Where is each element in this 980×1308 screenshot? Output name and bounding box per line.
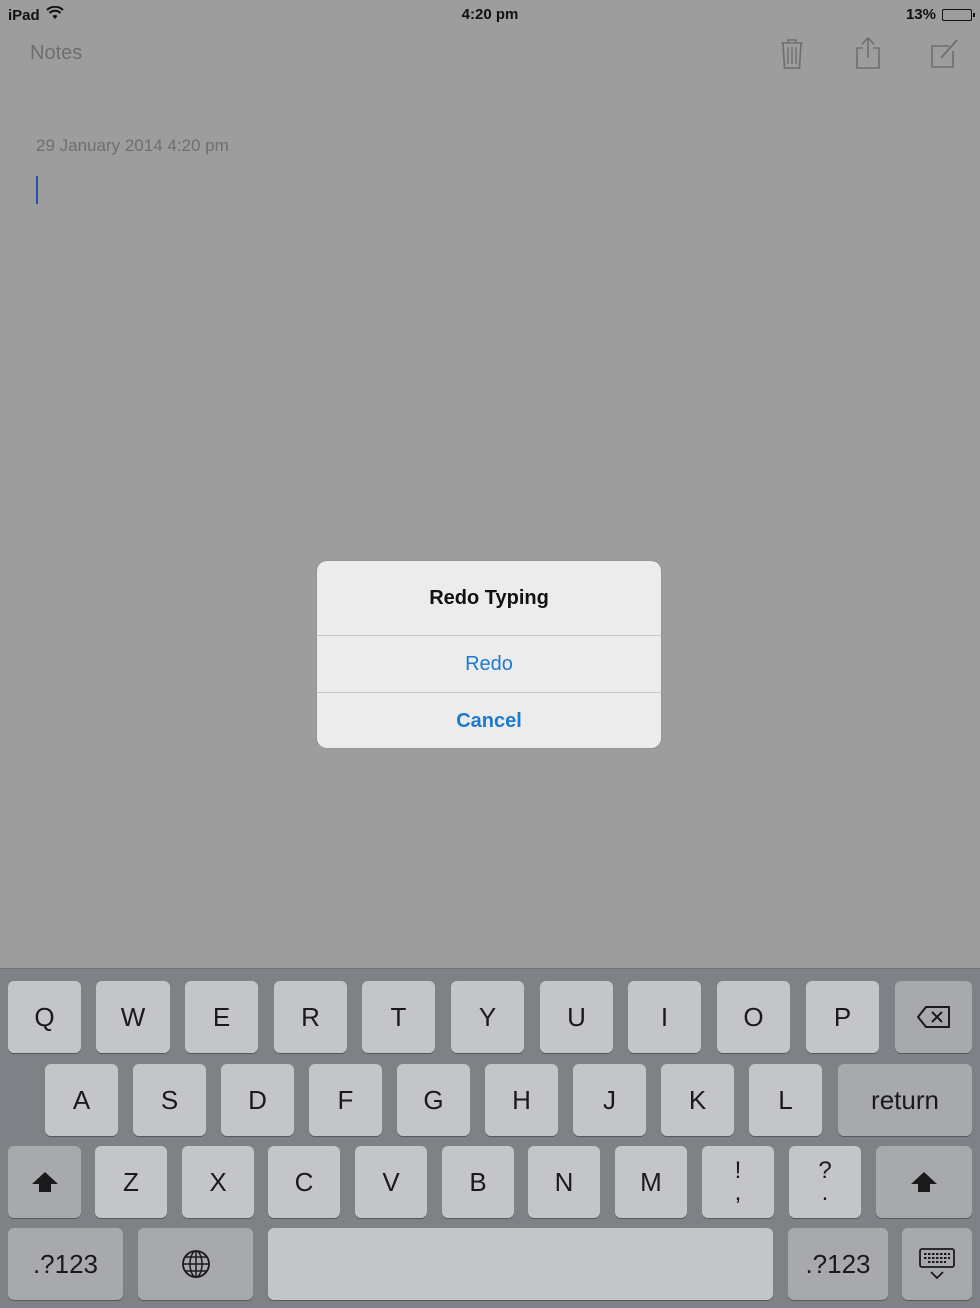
alert-title: Redo Typing: [317, 561, 661, 636]
shift-key-left[interactable]: [8, 1146, 81, 1218]
key-n[interactable]: N: [528, 1146, 600, 1218]
key-x[interactable]: X: [182, 1146, 254, 1218]
keyboard-dismiss-icon: [918, 1247, 956, 1281]
cancel-button[interactable]: Cancel: [317, 693, 661, 748]
key-question-period[interactable]: ? .: [789, 1146, 861, 1218]
key-d[interactable]: D: [221, 1064, 294, 1136]
key-punct1-labels: ! ,: [734, 1159, 742, 1206]
globe-key[interactable]: [138, 1228, 253, 1300]
key-period-label: .: [821, 1179, 829, 1206]
key-u[interactable]: U: [540, 981, 613, 1053]
keyboard: Q W E R T Y U I O P A S D F G H J K L re…: [0, 968, 980, 1308]
battery-percent: 13%: [905, 6, 936, 23]
key-c[interactable]: C: [268, 1146, 340, 1218]
delete-icon: [916, 1005, 952, 1029]
key-z[interactable]: Z: [95, 1146, 167, 1218]
key-m[interactable]: M: [615, 1146, 687, 1218]
key-f[interactable]: F: [309, 1064, 382, 1136]
key-r[interactable]: R: [274, 981, 347, 1053]
note-date: 29 January 2014 4:20 pm: [36, 136, 229, 155]
key-b[interactable]: B: [442, 1146, 514, 1218]
key-t[interactable]: T: [362, 981, 435, 1053]
key-exclamation-comma[interactable]: ! ,: [702, 1146, 774, 1218]
key-l[interactable]: L: [749, 1064, 822, 1136]
share-icon[interactable]: [853, 36, 883, 70]
key-i[interactable]: I: [628, 981, 701, 1053]
battery-icon: [942, 8, 975, 21]
return-key[interactable]: return: [838, 1064, 972, 1136]
status-right: 13%: [905, 6, 975, 23]
key-g[interactable]: G: [397, 1064, 470, 1136]
globe-icon: [180, 1248, 212, 1280]
key-y[interactable]: Y: [451, 981, 524, 1053]
redo-typing-alert: Redo Typing Redo Cancel: [317, 561, 661, 748]
numbers-key-right[interactable]: .?123: [788, 1228, 888, 1300]
shift-icon: [30, 1170, 60, 1194]
key-punct2-labels: ? .: [818, 1159, 831, 1206]
redo-button[interactable]: Redo: [317, 636, 661, 693]
key-o[interactable]: O: [717, 981, 790, 1053]
key-e[interactable]: E: [185, 981, 258, 1053]
space-bar[interactable]: [268, 1228, 773, 1300]
key-s[interactable]: S: [133, 1064, 206, 1136]
key-k[interactable]: K: [661, 1064, 734, 1136]
status-time: 4:20 pm: [461, 6, 519, 23]
status-bar: iPad 4:20 pm 13%: [0, 0, 980, 28]
key-comma-label: ,: [734, 1179, 742, 1206]
numbers-key-left[interactable]: .?123: [8, 1228, 123, 1300]
notes-back-button[interactable]: Notes: [30, 42, 82, 65]
key-v[interactable]: V: [355, 1146, 427, 1218]
key-a[interactable]: A: [45, 1064, 118, 1136]
delete-key[interactable]: [895, 981, 972, 1053]
key-h[interactable]: H: [485, 1064, 558, 1136]
trash-icon[interactable]: [777, 36, 807, 70]
key-p[interactable]: P: [806, 981, 879, 1053]
text-cursor: [36, 176, 38, 204]
keyboard-dismiss-key[interactable]: [902, 1228, 972, 1300]
compose-icon[interactable]: [929, 36, 959, 70]
shift-icon: [909, 1170, 939, 1194]
shift-key-right[interactable]: [876, 1146, 972, 1218]
key-q[interactable]: Q: [8, 981, 81, 1053]
key-j[interactable]: J: [573, 1064, 646, 1136]
key-w[interactable]: W: [96, 981, 170, 1053]
